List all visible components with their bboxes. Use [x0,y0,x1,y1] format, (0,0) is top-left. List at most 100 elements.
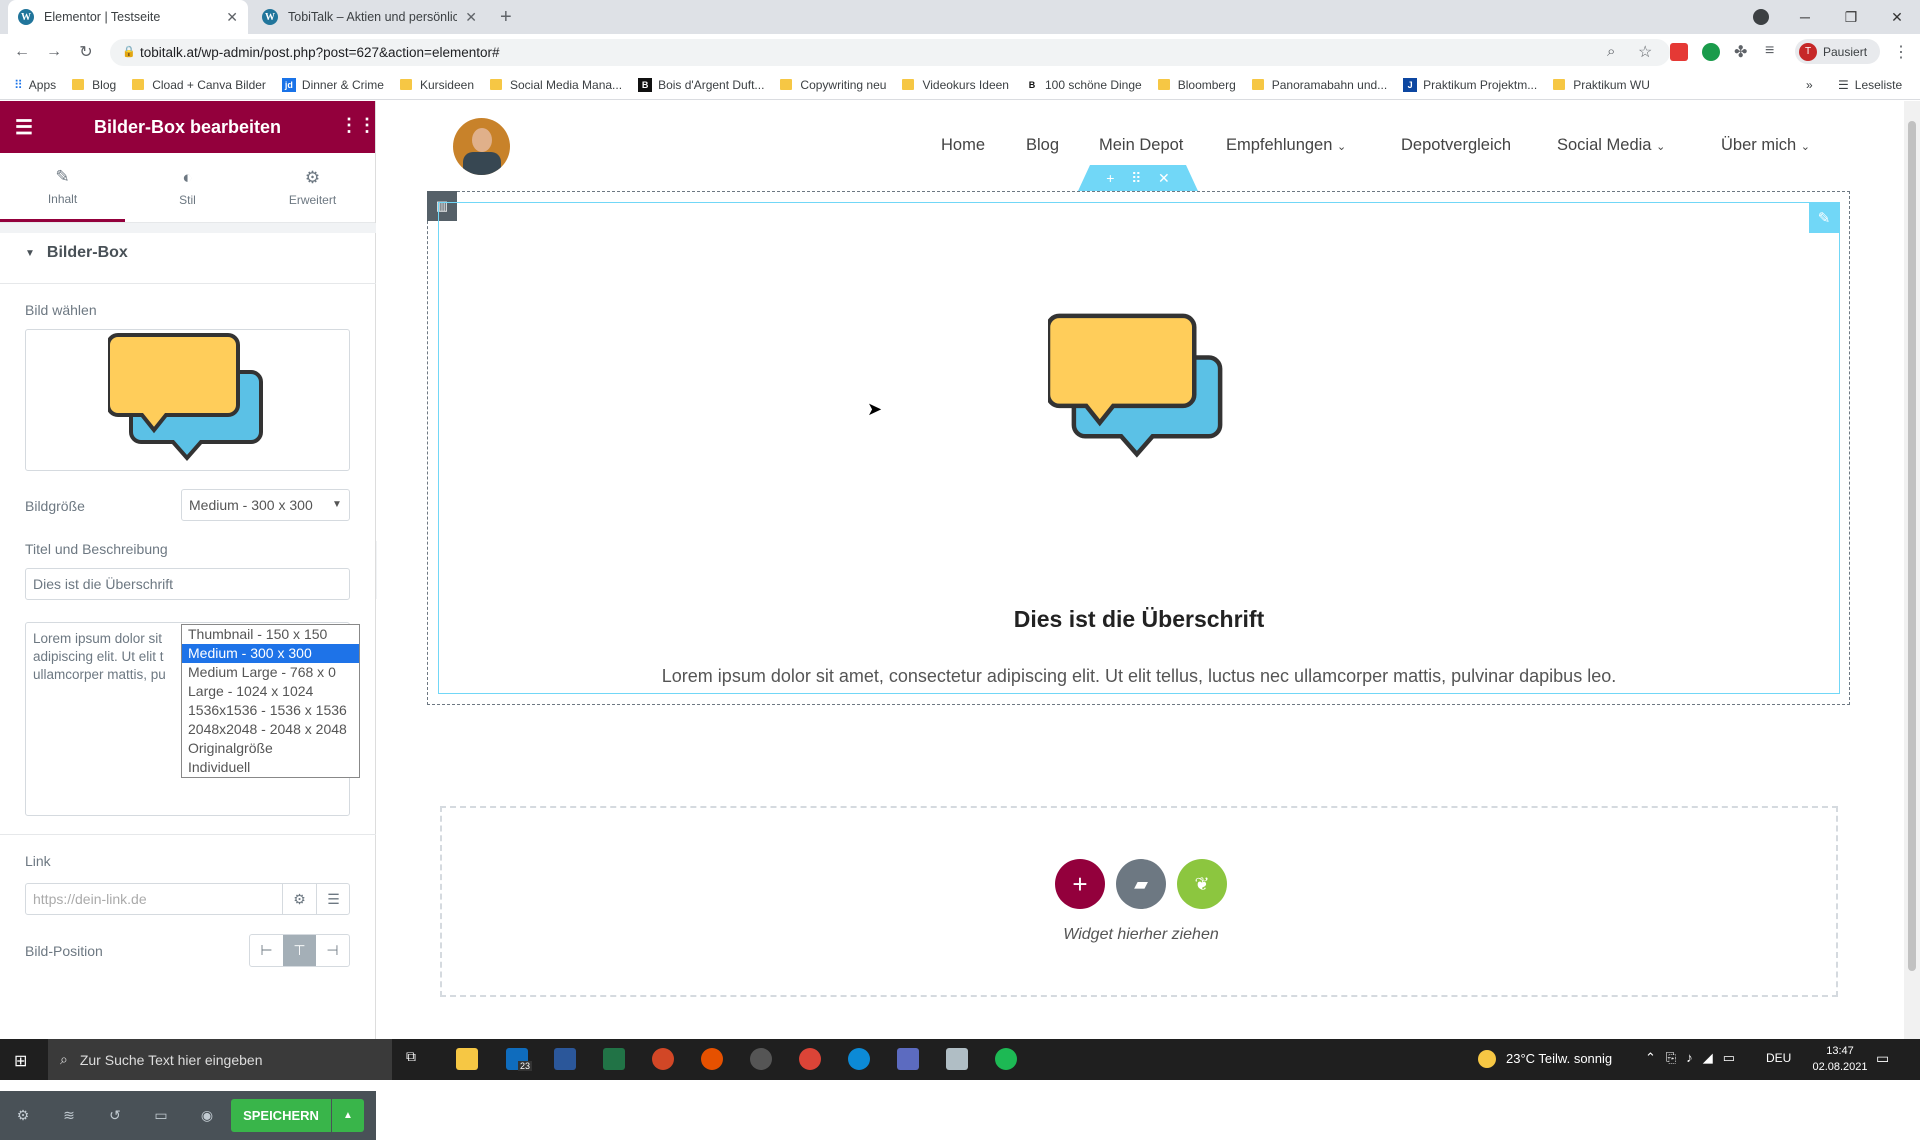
drag-handle-icon[interactable]: ⠿ [1131,170,1141,187]
bookmark-item[interactable]: jd Dinner & Crime [281,77,384,92]
navigator-icon[interactable]: ≋ [46,1107,92,1124]
bookmark-item[interactable]: B 100 schöne Dinge [1025,78,1142,92]
site-logo-avatar[interactable] [453,118,510,175]
excel-icon[interactable] [603,1048,625,1070]
adblock-icon[interactable] [1670,43,1688,61]
gear-icon[interactable]: ⚙ [282,884,316,914]
save-button[interactable]: SPEICHERN [231,1099,331,1132]
add-section-icon[interactable]: + [1106,170,1114,186]
obs-icon[interactable] [750,1048,772,1070]
nav-social-media[interactable]: Social Media ⌄ [1557,136,1665,155]
align-left-icon[interactable]: ⊢ [250,935,283,966]
app-icon[interactable] [897,1048,919,1070]
bookmark-item[interactable]: Kursideen [399,78,474,92]
bookmark-item[interactable]: Cload + Canva Bilder [132,78,266,92]
add-section-button[interactable]: + [1055,859,1105,909]
preview-eye-icon[interactable]: ◉ [184,1107,230,1124]
taskbar-search[interactable]: ⌕ Zur Suche Text hier eingeben [48,1039,392,1080]
size-option[interactable]: 2048x2048 - 2048 x 2048 [182,720,359,739]
bookmark-star-icon[interactable]: ☆ [1638,42,1652,62]
task-view-icon[interactable]: ⧉ [406,1048,428,1070]
align-top-icon[interactable]: ⊤ [283,935,316,966]
grammarly-icon[interactable] [1702,43,1720,61]
tab-erweitert[interactable]: ⚙ Erweitert [250,153,375,222]
nav-empfehlungen[interactable]: Empfehlungen ⌄ [1226,136,1346,155]
media-icon[interactable]: ≡ [1765,42,1774,60]
settings-icon[interactable]: ⚙ [0,1107,46,1124]
tab-elementor[interactable]: W Elementor | Testseite ✕ [8,0,248,34]
nav-depotvergleich[interactable]: Depotvergleich [1401,136,1511,155]
extensions-icon[interactable]: ✤ [1734,42,1747,62]
bookmark-item[interactable]: Panoramabahn und... [1251,78,1387,92]
size-option[interactable]: Large - 1024 x 1024 [182,682,359,701]
bookmark-item[interactable]: Blog [72,78,116,92]
minimize-icon[interactable]: ─ [1782,0,1828,34]
bookmark-apps[interactable]: ⠿ Apps [14,78,56,92]
bookmark-item[interactable]: B Bois d'Argent Duft... [638,77,764,92]
edge-icon[interactable] [848,1048,870,1070]
widget-heading[interactable]: Dies ist die Überschrift [438,606,1840,633]
app-icon[interactable] [946,1048,968,1070]
more-bookmarks-icon[interactable]: » [1806,78,1813,92]
scrollbar[interactable] [1904,101,1920,1039]
weather-icon[interactable] [1478,1050,1496,1068]
reading-list[interactable]: ☰ Leseliste [1838,78,1902,92]
history-icon[interactable]: ↺ [92,1107,138,1124]
new-tab-icon[interactable]: + [500,6,512,29]
bookmark-item[interactable]: Social Media Mana... [490,78,622,92]
tray-icons[interactable]: ⌃⎘♪◢▭ [1645,1050,1745,1066]
chrome-icon[interactable] [799,1048,821,1070]
link-input[interactable]: https://dein-link.de ⚙ ☰ [25,883,350,915]
powerpoint-icon[interactable] [652,1048,674,1070]
widget-description[interactable]: Lorem ipsum dolor sit amet, consectetur … [438,666,1840,687]
tab-stil[interactable]: ◐ Stil [125,153,250,222]
close-tab-icon[interactable]: ✕ [465,9,477,26]
section-header[interactable]: ▼ Bilder-Box [0,223,376,273]
image-picker[interactable] [25,329,350,471]
align-right-icon[interactable]: ⊣ [316,935,349,966]
responsive-icon[interactable]: ▭ [138,1107,184,1124]
tab-search-icon[interactable] [1753,9,1769,25]
windows-start-icon[interactable]: ⊞ [14,1051,27,1071]
dynamic-tags-icon[interactable]: ☰ [316,884,350,914]
notifications-icon[interactable]: ▭ [1876,1050,1889,1067]
spotify-icon[interactable] [995,1048,1017,1070]
title-input[interactable]: Dies ist die Überschrift [25,568,350,600]
address-bar[interactable]: 🔒 tobitalk.at/wp-admin/post.php?post=627… [110,39,1670,66]
size-option-selected[interactable]: Medium - 300 x 300 [182,644,359,663]
bookmark-item[interactable]: J Praktikum Projektm... [1403,77,1537,92]
size-option[interactable]: 1536x1536 - 1536 x 1536 [182,701,359,720]
app-icon[interactable] [701,1048,723,1070]
language-indicator[interactable]: DEU [1766,1051,1791,1065]
size-option[interactable]: Thumbnail - 150 x 150 [182,625,359,644]
nav-blog[interactable]: Blog [1026,136,1059,155]
weather-text[interactable]: 23°C Teilw. sonnig [1506,1051,1612,1066]
zoom-icon[interactable]: ⌕ [1607,43,1615,60]
file-explorer-icon[interactable] [456,1048,478,1070]
profile-button[interactable]: T Pausiert [1795,39,1880,64]
size-select[interactable]: Medium - 300 x 300 ▼ [181,489,350,521]
tab-tobitalk[interactable]: W TobiTalk – Aktien und persönliche ✕ [252,0,487,34]
size-option[interactable]: Medium Large - 768 x 0 [182,663,359,682]
nav-mein-depot[interactable]: Mein Depot [1099,136,1183,155]
delete-section-icon[interactable]: ✕ [1158,170,1170,187]
clock[interactable]: 13:47 02.08.2021 [1810,1043,1870,1075]
scrollbar-thumb[interactable] [1908,121,1916,971]
size-option[interactable]: Individuell [182,758,359,777]
bookmark-item[interactable]: Praktikum WU [1553,78,1650,92]
menu-icon[interactable]: ⋮ [1893,42,1909,62]
bookmark-item[interactable]: Bloomberg [1157,78,1236,92]
bookmark-item[interactable]: Copywriting neu [780,78,886,92]
save-options-button[interactable]: ▲ [332,1099,364,1132]
restore-icon[interactable]: ❐ [1828,0,1874,34]
back-icon[interactable]: ← [10,40,34,64]
nav-ueber-mich[interactable]: Über mich ⌄ [1721,136,1810,155]
chat-bubbles-icon[interactable] [1048,304,1228,474]
hamburger-icon[interactable]: ☰ [15,115,33,140]
size-option[interactable]: Originalgröße [182,739,359,758]
bookmark-item[interactable]: Videokurs Ideen [902,78,1009,92]
drop-zone[interactable]: + ▰ ❦ Widget hierher ziehen [440,806,1838,997]
template-library-button[interactable]: ▰ [1116,859,1166,909]
word-icon[interactable] [554,1048,576,1070]
tab-inhalt[interactable]: ✎ Inhalt [0,153,125,222]
